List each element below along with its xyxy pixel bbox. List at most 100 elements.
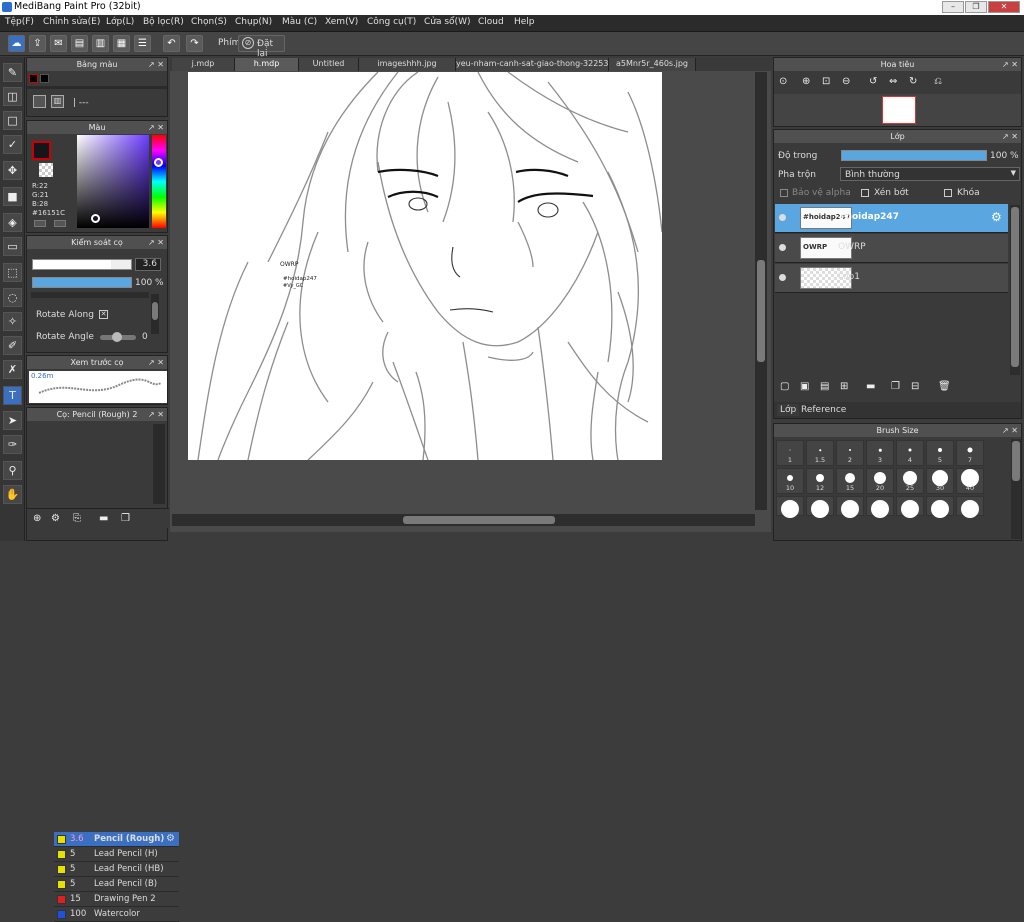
document-icon[interactable]: ▤ (71, 35, 88, 52)
brush-duplicate-icon[interactable]: ❐ (121, 513, 130, 524)
brush-size-cell[interactable]: 15 (836, 468, 864, 494)
brush-size-cell[interactable]: 3 (866, 440, 894, 466)
add-brush-icon[interactable]: ⊕ (33, 513, 41, 524)
comment-icon[interactable]: ✉ (50, 35, 67, 52)
eraser-tool-icon[interactable]: ◫ (3, 87, 22, 106)
menu-layer[interactable]: Lớp(L) (106, 17, 134, 27)
undo-icon[interactable]: ↶ (163, 35, 180, 52)
close-button[interactable]: ✕ (988, 1, 1020, 13)
add-layer-menu-icon[interactable]: ⊞ (840, 381, 848, 392)
menu-window[interactable]: Cửa sổ(W) (424, 17, 470, 27)
text-tool-icon[interactable]: T (3, 386, 22, 405)
brush-size-value[interactable]: 3.6 (135, 258, 161, 271)
hand-tool-icon[interactable]: ✋ (3, 485, 22, 504)
menu-tools[interactable]: Công cụ(T) (367, 17, 416, 27)
menu-color[interactable]: Màu (C) (282, 17, 317, 27)
brush-size-cell[interactable]: 1 (776, 440, 804, 466)
blur-tool-icon[interactable]: ✑ (3, 435, 22, 454)
select-eraser-icon[interactable]: ✗ (3, 360, 22, 379)
saturation-value-box[interactable] (77, 135, 149, 228)
brush-size-cell[interactable]: 30 (926, 468, 954, 494)
operation-tool-icon[interactable]: ➤ (3, 411, 22, 430)
visibility-eye-icon[interactable] (779, 214, 786, 221)
brush-size-cell[interactable] (956, 496, 984, 518)
brush-size-cell[interactable]: 4 (896, 440, 924, 466)
delete-palette-icon[interactable]: ▥ (51, 95, 64, 108)
brush-size-cell[interactable] (896, 496, 924, 518)
rotate-along-checkbox[interactable]: ✕ (99, 310, 108, 319)
navigator-viewport[interactable] (882, 96, 916, 124)
redo-icon[interactable]: ↷ (186, 35, 203, 52)
eyedropper-tool-icon[interactable]: ⚲ (3, 461, 22, 480)
brush-size-cell[interactable]: 7 (956, 440, 984, 466)
canvas-horizontal-scrollbar[interactable] (172, 514, 755, 526)
layer-scrollbar[interactable] (1010, 205, 1020, 375)
menu-view[interactable]: Xem(V) (325, 17, 358, 27)
bucket-tool-icon[interactable]: ◈ (3, 213, 22, 232)
maximize-button[interactable]: ❐ (965, 1, 987, 13)
panel-controls-icon[interactable]: ↗ ✕ (148, 58, 164, 71)
brush-size-cell[interactable]: 10 (776, 468, 804, 494)
layer-folder-icon[interactable]: ▬ (866, 381, 875, 392)
export-icon[interactable]: ⇪ (29, 35, 46, 52)
brush-item[interactable]: 100 Watercolor (54, 907, 179, 922)
reset-view-icon[interactable]: ⎌ (934, 76, 942, 87)
brush-size-cell[interactable]: 12 (806, 468, 834, 494)
brush-size-scroll-thumb[interactable] (1012, 441, 1020, 481)
drawing-canvas[interactable]: OWRP #hoidap247 #Vy_GC (188, 72, 662, 460)
gradient-tool-icon[interactable]: ▭ (3, 237, 22, 256)
blend-mode-select[interactable]: Bình thường ▼ (840, 167, 1020, 181)
protect-alpha-checkbox[interactable] (780, 189, 788, 197)
palette-swatch-black[interactable] (40, 74, 49, 83)
canvas-hscroll-thumb[interactable] (403, 516, 555, 524)
menu-file[interactable]: Tệp(F) (5, 17, 34, 27)
brush-size-cell[interactable]: 25 (896, 468, 924, 494)
brush-size-cell[interactable]: 1.5 (806, 440, 834, 466)
menu-select[interactable]: Chọn(S) (191, 17, 227, 27)
menu-help[interactable]: Help (514, 17, 535, 27)
brush-size-cell[interactable] (776, 496, 804, 518)
color-mode-icon[interactable] (34, 220, 46, 227)
rotate-angle-thumb[interactable] (112, 332, 122, 342)
tab-yeu-nham[interactable]: yeu-nham-canh-sat-giao-thong-32253.jpg (456, 58, 609, 71)
hue-slider[interactable] (152, 135, 166, 228)
brush-tool-icon[interactable]: ✎ (3, 63, 22, 82)
brush-size-cell[interactable]: 5 (926, 440, 954, 466)
tab-a5mnr5r[interactable]: a5Mnr5r_460s.jpg (609, 58, 696, 71)
brush-control-scrollbar[interactable] (151, 294, 159, 334)
secondary-color-swatch[interactable] (39, 163, 53, 177)
brush-size-cell[interactable]: 2 (836, 440, 864, 466)
gear-icon[interactable]: ⚙ (166, 833, 175, 844)
new-layer-8bit-icon[interactable]: ▣ (800, 381, 809, 392)
tab-layer[interactable]: Lớp (777, 404, 800, 416)
select-tool-icon[interactable]: ⬚ (3, 263, 22, 282)
brush-size-cell[interactable]: 40 (956, 468, 984, 494)
minimize-button[interactable]: – (942, 1, 964, 13)
tab-imageshhh[interactable]: imageshhh.jpg (359, 58, 456, 71)
list-icon[interactable]: ☰ (134, 35, 151, 52)
panel-controls-icon[interactable]: ↗ ✕ (1002, 130, 1018, 143)
page-icon[interactable]: ▥ (92, 35, 109, 52)
brush-item[interactable]: 5 Lead Pencil (HB) (54, 862, 179, 877)
grid-icon[interactable]: ▦ (113, 35, 130, 52)
delete-layer-icon[interactable]: 🗑 (938, 381, 951, 392)
new-layer-icon[interactable]: ▢ (780, 381, 789, 392)
gear-icon[interactable]: ⚙ (991, 210, 1002, 224)
tab-h-mdp[interactable]: h.mdp (235, 58, 299, 71)
layer-scroll-thumb[interactable] (1011, 207, 1019, 367)
brush-size-scrollbar[interactable] (1011, 439, 1021, 539)
canvas-vertical-scrollbar[interactable] (755, 72, 767, 510)
tab-j-mdp[interactable]: j.mdp (172, 58, 235, 71)
tab-reference[interactable]: Reference (798, 404, 849, 416)
layer-row[interactable]: OWRP OWRP (775, 234, 1008, 263)
magic-wand-icon[interactable]: ✧ (3, 312, 22, 331)
cloud-icon[interactable]: ☁ (8, 35, 25, 52)
menu-edit[interactable]: Chỉnh sửa(E) (43, 17, 100, 27)
zoom-out-icon[interactable]: ⊖ (842, 76, 850, 87)
hue-cursor[interactable] (154, 158, 163, 167)
lock-checkbox[interactable] (944, 189, 952, 197)
brush-size-cell[interactable] (806, 496, 834, 518)
color-cursor[interactable] (91, 214, 100, 223)
panel-controls-icon[interactable]: ↗ ✕ (148, 356, 164, 369)
rotate-angle-slider[interactable] (100, 332, 136, 342)
